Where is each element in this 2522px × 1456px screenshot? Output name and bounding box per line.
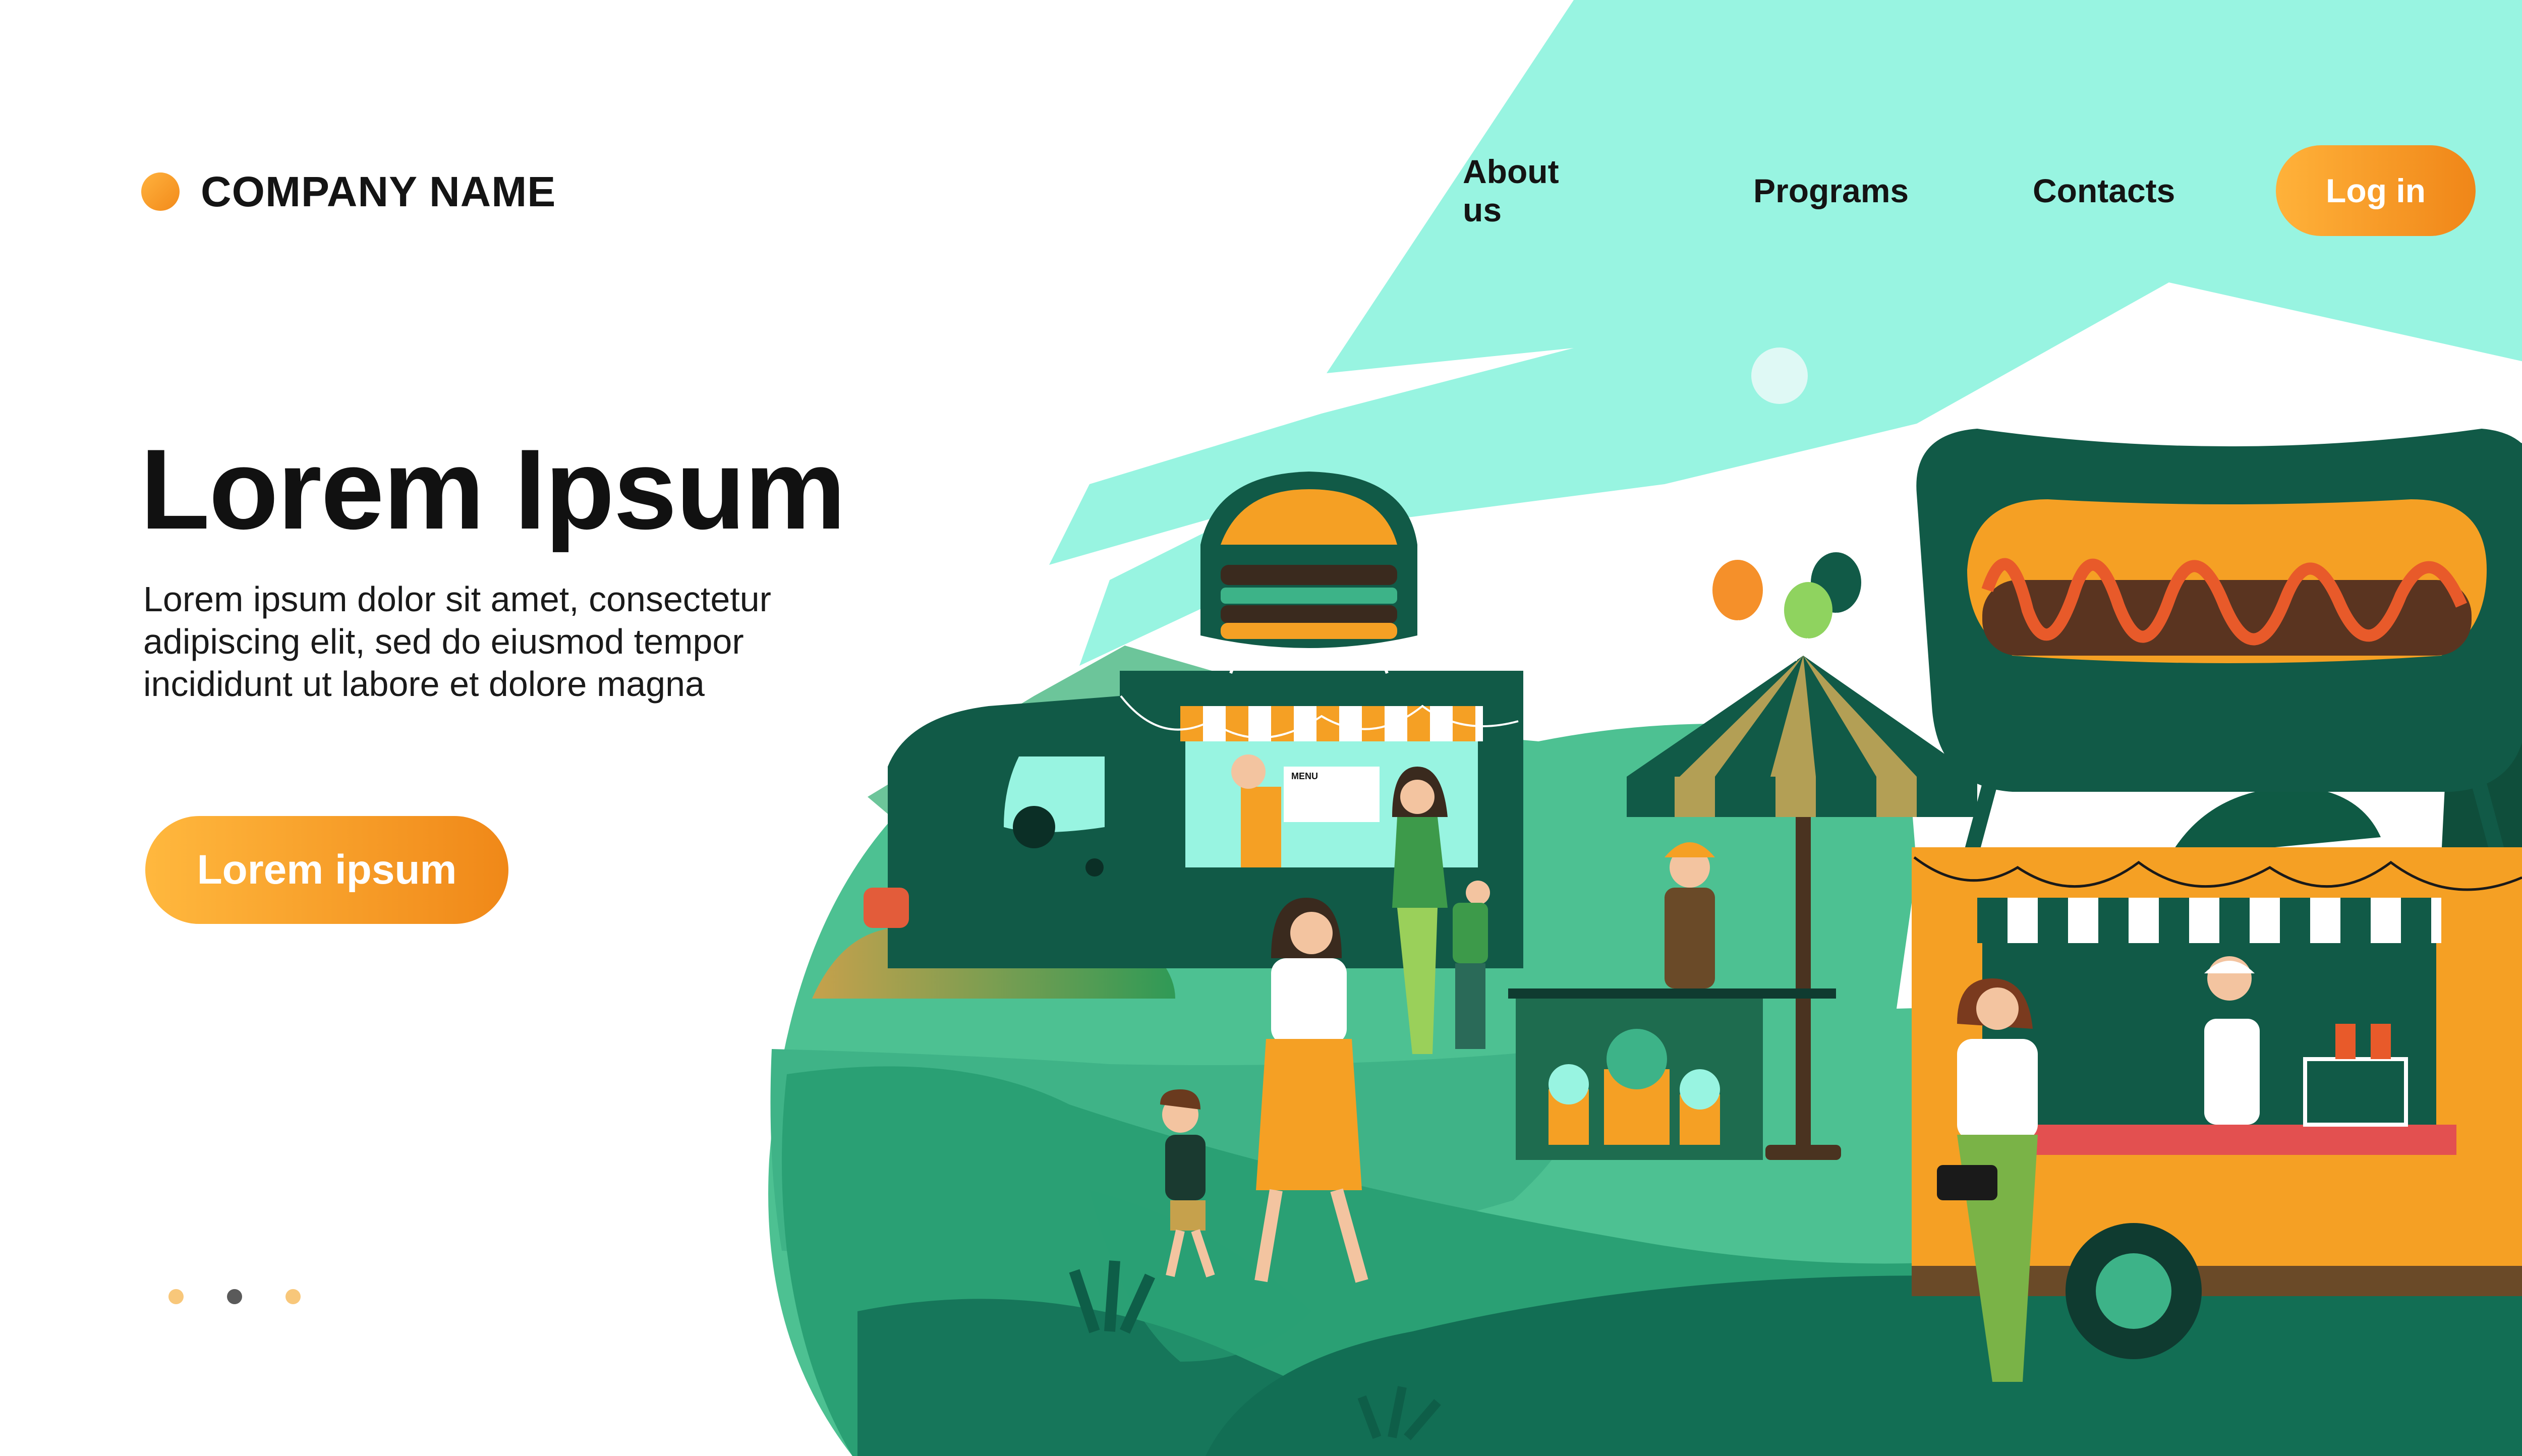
hero-cta-button[interactable]: Lorem ipsum xyxy=(145,816,508,924)
hero-description-line-3: incididunt ut labore et dolore magna xyxy=(143,664,705,704)
hero-description-line-1: Lorem ipsum dolor sit amet, consectetur xyxy=(143,579,771,619)
hero-title: Lorem Ipsum xyxy=(140,425,846,553)
site-header: COMPANY NAME About us Programs Contacts … xyxy=(0,0,2522,262)
burger-sign xyxy=(1200,472,1417,648)
pagination-dot[interactable] xyxy=(227,1289,242,1304)
balloons xyxy=(1712,552,1861,662)
nav-contacts[interactable]: Contacts xyxy=(2033,171,2175,210)
login-button[interactable]: Log in xyxy=(2276,145,2476,236)
menu-board-label: MENU xyxy=(1291,771,1318,781)
nav-about-us[interactable]: About us xyxy=(1463,152,1559,229)
company-logo[interactable]: COMPANY NAME xyxy=(141,161,556,222)
logo-dot-icon xyxy=(141,172,180,211)
sun xyxy=(1751,347,1808,404)
hero-description: Lorem ipsum dolor sit amet, consectetur … xyxy=(143,578,970,705)
nav-programs[interactable]: Programs xyxy=(1753,171,1909,210)
pagination-dot[interactable] xyxy=(168,1289,184,1304)
pagination-dots xyxy=(168,1289,344,1304)
pagination-dot[interactable] xyxy=(285,1289,301,1304)
hero-description-line-2: adipiscing elit, sed do eiusmod tempor xyxy=(143,622,744,661)
company-name: COMPANY NAME xyxy=(201,167,556,215)
